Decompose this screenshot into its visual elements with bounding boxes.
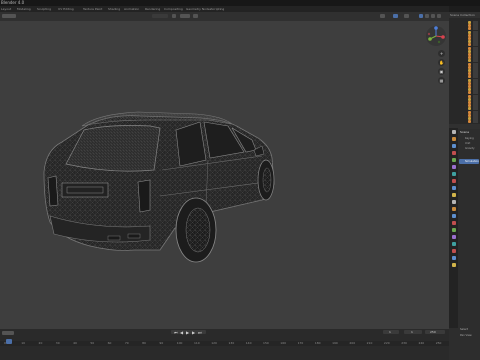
- tab-uv-editing[interactable]: UV Editing: [58, 7, 74, 11]
- properties-tab-icon[interactable]: [452, 165, 456, 169]
- visibility-icon[interactable]: [473, 120, 478, 124]
- properties-tab-icon[interactable]: [452, 130, 456, 134]
- frame-ruler[interactable]: 0 10 20 30 40 50 60 70 80 90 100 110 120 130 140 150 160…: [0, 341, 449, 346]
- properties-tab-icon[interactable]: [452, 144, 456, 148]
- selected-property-row[interactable]: Simulation: [459, 159, 479, 164]
- frame-label: 70: [124, 341, 129, 345]
- car-wireframe[interactable]: [0, 12, 449, 329]
- frame-label: 150: [263, 341, 269, 345]
- tab-shading[interactable]: Shading: [108, 7, 120, 11]
- app-title: Blender 4.0: [1, 0, 25, 5]
- frame-label: 180: [314, 341, 321, 345]
- frame-label: 10: [21, 341, 26, 345]
- properties-tab-icon[interactable]: [452, 193, 456, 197]
- frame-label: 80: [142, 341, 146, 345]
- current-frame-field[interactable]: 1: [383, 330, 399, 334]
- tab-scripting[interactable]: Scripting: [211, 7, 224, 11]
- playhead[interactable]: [6, 339, 12, 344]
- tab-texture-paint[interactable]: Texture Paint: [83, 7, 102, 11]
- properties-tab-icon[interactable]: [452, 221, 456, 225]
- properties-tab-icon[interactable]: [452, 172, 456, 176]
- properties-tab-icon[interactable]: [452, 186, 456, 190]
- status-select: Select: [460, 328, 469, 331]
- frame-label: 230: [401, 341, 407, 345]
- tab-animation[interactable]: Animation: [124, 7, 139, 11]
- step-forward-icon[interactable]: ▶: [192, 330, 195, 335]
- properties-tab-icon[interactable]: [452, 228, 456, 232]
- tail-light-left: [47, 175, 59, 207]
- frame-label: 140: [245, 341, 252, 345]
- outliner-header: Scene Collection: [449, 12, 480, 18]
- object-icon: [468, 120, 471, 124]
- properties-tab-icon[interactable]: [452, 256, 456, 260]
- prop-keying[interactable]: Keying: [465, 137, 474, 140]
- frame-label: 130: [228, 341, 235, 345]
- frame-label: 240: [418, 341, 425, 345]
- tab-rendering[interactable]: Rendering: [145, 7, 160, 11]
- step-back-icon[interactable]: ◀: [180, 330, 183, 335]
- properties-tab-icon[interactable]: [452, 242, 456, 246]
- properties-tab-icon[interactable]: [452, 137, 456, 141]
- play-icon[interactable]: ▶: [186, 330, 189, 335]
- frame-label: 250: [435, 341, 442, 345]
- properties-tab-icon[interactable]: [452, 151, 456, 155]
- timeline[interactable]: ⏮ ◀ ▶ ▶ ⏭ 1 1 250 0 10 20 30 40 50 60 70 80 90 100…: [0, 329, 449, 360]
- frame-label: 200: [349, 341, 356, 345]
- license-plate: [61, 182, 109, 198]
- frame-label: 110: [193, 341, 200, 345]
- frame-label: 190: [332, 341, 338, 345]
- tab-compositing[interactable]: Compositing: [164, 7, 183, 11]
- properties-tab-icon[interactable]: [452, 263, 456, 267]
- tab-modeling[interactable]: Modeling: [17, 7, 31, 11]
- properties-tab-icon[interactable]: [452, 200, 456, 204]
- outliner-title: Scene Collection: [450, 13, 475, 17]
- frame-label: 100: [176, 341, 183, 345]
- start-frame-field[interactable]: 1: [404, 330, 422, 334]
- prop-gravity[interactable]: Gravity: [465, 147, 474, 150]
- tail-light-right: [137, 179, 151, 213]
- frame-label: 50: [90, 341, 95, 345]
- frame-label: 220: [383, 341, 390, 345]
- prop-unit[interactable]: Unit: [465, 142, 470, 145]
- frame-label: 20: [38, 341, 43, 345]
- status-pan-view: Pan View: [460, 334, 472, 337]
- 3d-viewport[interactable]: + ✋ ▣ ▦: [0, 12, 449, 329]
- properties-tab-icon[interactable]: [452, 207, 456, 211]
- tab-geometry-nodes[interactable]: Geometry Nodes: [186, 7, 211, 11]
- skip-start-icon[interactable]: ⏮: [174, 330, 178, 335]
- properties-tab-icon[interactable]: [452, 249, 456, 253]
- frame-label: 120: [211, 341, 217, 345]
- frame-label: 90: [159, 341, 164, 345]
- tab-sculpting[interactable]: Sculpting: [37, 7, 51, 11]
- properties-title: Scene: [460, 130, 470, 134]
- frame-label: 170: [297, 341, 304, 345]
- frame-label: 40: [73, 341, 77, 345]
- tab-layout[interactable]: Layout: [1, 7, 11, 11]
- frame-label: 160: [280, 341, 287, 345]
- frame-label: 210: [366, 341, 373, 345]
- properties-tab-icon[interactable]: [452, 179, 456, 183]
- playback-menu[interactable]: [2, 331, 14, 335]
- end-frame-field[interactable]: 250: [425, 330, 445, 334]
- skip-end-icon[interactable]: ⏭: [198, 330, 202, 335]
- properties-tab-icon[interactable]: [452, 158, 456, 162]
- frame-label: 60: [107, 341, 112, 345]
- properties-tab-icon[interactable]: [452, 214, 456, 218]
- outliner[interactable]: Scene Collection: [449, 12, 480, 124]
- properties-tab-icon[interactable]: [452, 235, 456, 239]
- outliner-row[interactable]: [449, 120, 480, 124]
- frame-label: 30: [55, 341, 60, 345]
